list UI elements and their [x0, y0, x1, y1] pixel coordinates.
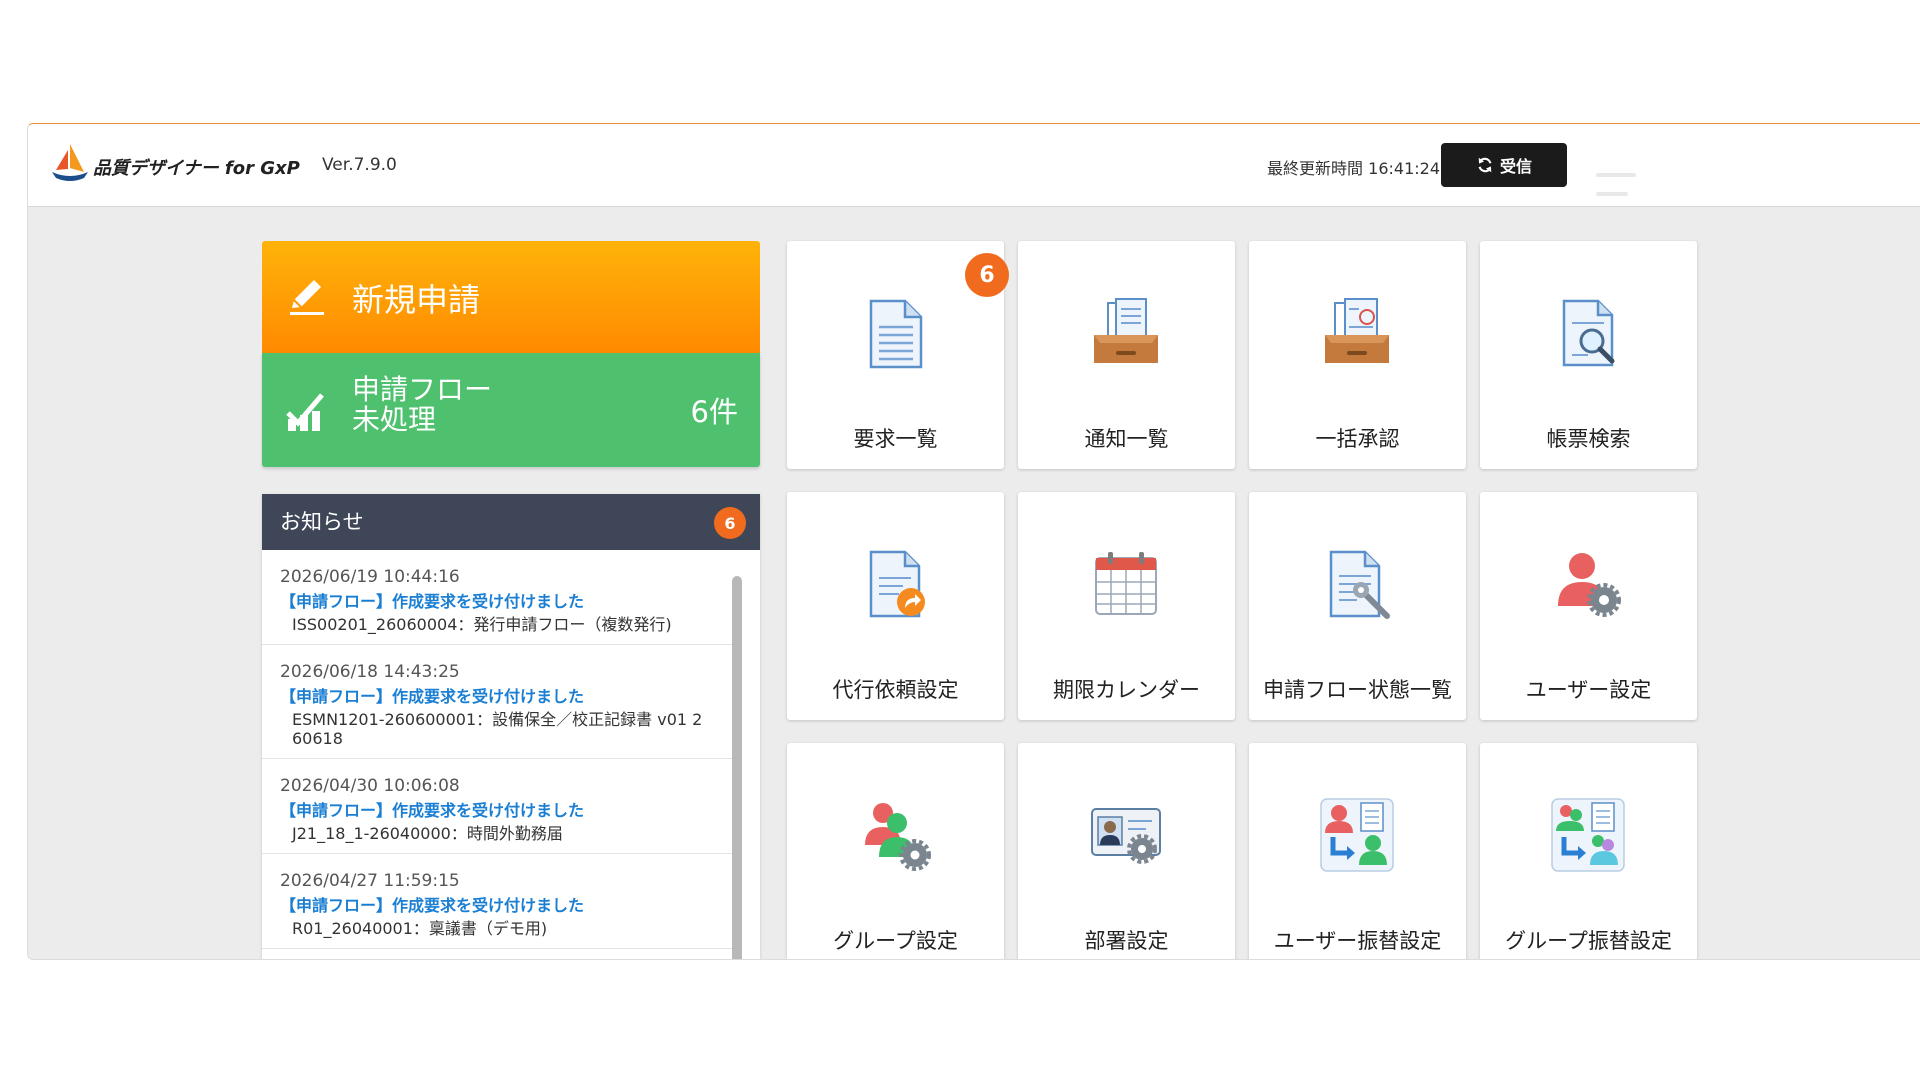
notice-description: R01_26040001：稟議書（デモ用) — [292, 919, 548, 938]
notice-description: J21_18_1-26040000：時間外勤務届 — [292, 824, 563, 843]
tile-user-transfer-settings[interactable]: ユーザー振替設定 — [1249, 743, 1466, 959]
tile-bulk-approval[interactable]: 一括承認 — [1249, 241, 1466, 469]
last-updated-time: 最終更新時間 16:41:24 — [1267, 159, 1440, 178]
tile-label: 帳票検索 — [1546, 427, 1631, 451]
receive-button-label: 受信 — [1499, 157, 1532, 176]
tile-label: ユーザー振替設定 — [1273, 929, 1442, 953]
notice-list: 2026/06/19 10:44:16 【申請フロー】作成要求を受け付けました … — [262, 550, 732, 949]
request-count-badge: 6 — [965, 253, 1009, 297]
user-transfer-icon — [1320, 798, 1394, 872]
tile-label: 期限カレンダー — [1053, 678, 1200, 702]
notice-item: 2026/04/30 10:06:08 【申請フロー】作成要求を受け付けました … — [262, 759, 732, 854]
notice-header: お知らせ 6 — [262, 494, 760, 550]
calendar-icon — [1095, 552, 1157, 615]
tile-label: 通知一覧 — [1084, 427, 1169, 451]
new-application-label: 新規申請 — [352, 281, 481, 319]
inbox-tray-icon — [1094, 298, 1158, 363]
tile-form-search[interactable]: 帳票検索 — [1480, 241, 1697, 469]
pencil-icon — [290, 280, 324, 315]
tile-label: グループ振替設定 — [1505, 929, 1672, 953]
notice-link[interactable]: 【申請フロー】作成要求を受け付けました — [280, 800, 732, 822]
new-application-button[interactable]: 新規申請 — [262, 241, 760, 353]
tile-user-settings[interactable]: ユーザー設定 — [1480, 492, 1697, 720]
notice-description: ESMN1201-260600001：設備保全／校正記録書 v01 2 — [292, 710, 703, 729]
tile-group-transfer-settings[interactable]: グループ振替設定 — [1480, 743, 1697, 959]
header-bar: 品質デザイナー for GxP Ver.7.9.0 最終更新時間 16:41:2… — [28, 124, 1920, 207]
app-window: 品質デザイナー for GxP Ver.7.9.0 最終更新時間 16:41:2… — [27, 123, 1920, 960]
version-label: Ver.7.9.0 — [322, 155, 397, 175]
notice-date: 2026/06/19 10:44:16 — [280, 567, 460, 587]
flow-chart-icon — [286, 393, 324, 431]
pending-flow-label-line1: 申請フロー — [352, 373, 493, 406]
notice-date: 2026/04/30 10:06:08 — [280, 776, 460, 796]
tile-department-settings[interactable]: 部署設定 — [1018, 743, 1235, 959]
notice-count-badge: 6 — [714, 507, 746, 539]
tile-group-settings[interactable]: グループ設定 — [787, 743, 1004, 959]
document-icon — [869, 299, 923, 369]
document-search-icon — [1562, 299, 1615, 367]
approval-tray-icon — [1325, 298, 1389, 363]
document-wrench-icon — [1329, 550, 1390, 619]
notice-item: 2026/06/18 14:43:25 【申請フロー】作成要求を受け付けました … — [262, 645, 732, 759]
tile-label: 部署設定 — [1084, 929, 1169, 953]
receive-button[interactable]: 受信 — [1441, 143, 1567, 187]
tile-label: 一括承認 — [1315, 427, 1400, 451]
tile-label: 要求一覧 — [853, 427, 938, 451]
tile-label: 申請フロー状態一覧 — [1263, 678, 1452, 702]
notice-link[interactable]: 【申請フロー】作成要求を受け付けました — [280, 591, 732, 613]
pending-flow-button[interactable]: 申請フロー 未処理 6件 — [262, 353, 760, 467]
tile-request-list[interactable]: 要求一覧 6 — [787, 241, 1009, 469]
notice-description: ISS00201_26060004：発行申請フロー（複数発行) — [292, 615, 672, 634]
notice-date: 2026/04/27 11:59:15 — [280, 871, 460, 891]
notice-panel: お知らせ 6 2026/06/19 10:44:16 【申請フロー】作成要求を受… — [262, 494, 760, 959]
notice-link[interactable]: 【申請フロー】作成要求を受け付けました — [280, 895, 732, 917]
group-transfer-icon — [1551, 798, 1625, 872]
notice-description-cont: 60618 — [292, 729, 343, 748]
user-gear-icon — [1558, 553, 1621, 617]
tile-notification-list[interactable]: 通知一覧 — [1018, 241, 1235, 469]
document-forward-icon — [869, 550, 925, 618]
notice-item: 2026/04/27 11:59:15 【申請フロー】作成要求を受け付けました … — [262, 854, 732, 949]
tile-label: 代行依頼設定 — [832, 678, 959, 702]
id-card-gear-icon — [1091, 808, 1161, 864]
tile-proxy-request-settings[interactable]: 代行依頼設定 — [787, 492, 1004, 720]
tile-label: ユーザー設定 — [1525, 678, 1652, 702]
refresh-icon — [1478, 157, 1492, 173]
pending-flow-label-line2: 未処理 — [352, 403, 437, 436]
user-info — [1596, 162, 1716, 196]
logo-icon — [52, 144, 88, 181]
notice-scrollbar[interactable] — [732, 576, 742, 959]
tile-label: グループ設定 — [833, 929, 958, 953]
tile-deadline-calendar[interactable]: 期限カレンダー — [1018, 492, 1235, 720]
notice-date: 2026/06/18 14:43:25 — [280, 662, 460, 682]
app-name: 品質デザイナー for GxP — [93, 158, 300, 179]
notice-link[interactable]: 【申請フロー】作成要求を受け付けました — [280, 686, 732, 708]
notice-title: お知らせ — [280, 510, 364, 534]
pending-flow-count: 6件 — [690, 395, 738, 429]
group-gear-icon — [865, 803, 931, 871]
notice-item: 2026/06/19 10:44:16 【申請フロー】作成要求を受け付けました … — [262, 550, 732, 645]
tile-flow-status-list[interactable]: 申請フロー状態一覧 — [1249, 492, 1466, 720]
